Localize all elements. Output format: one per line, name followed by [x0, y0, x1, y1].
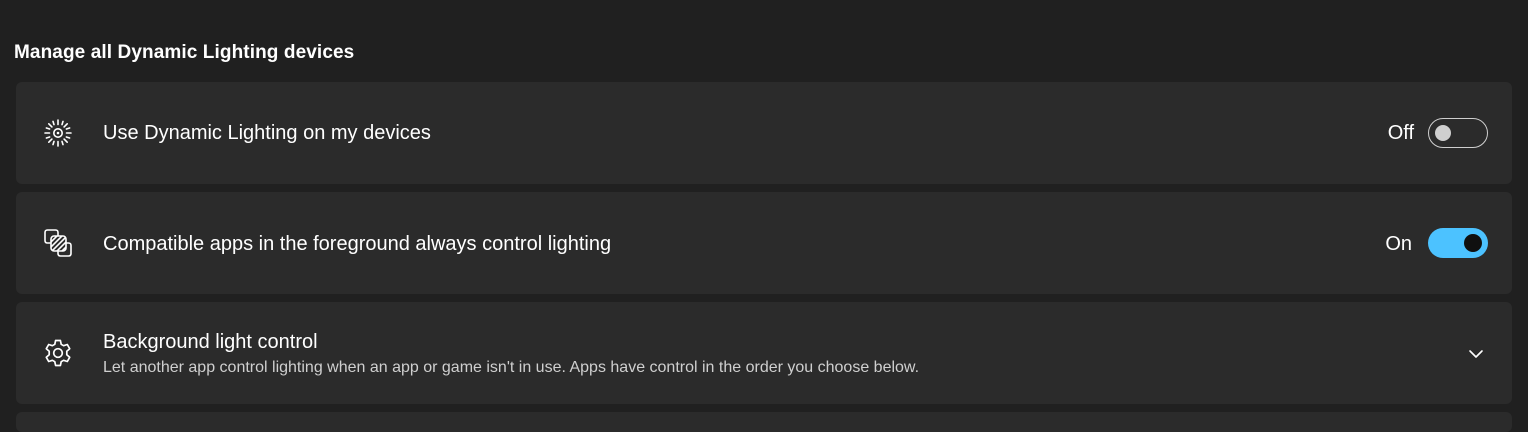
setting-label: Compatible apps in the foreground always…	[103, 233, 612, 255]
setting-card-dynamic-lighting[interactable]: Use Dynamic Lighting on my devices Off	[16, 82, 1512, 184]
dynamic-lighting-icon	[42, 117, 74, 149]
toggle-knob	[1435, 125, 1451, 141]
chevron-down-icon[interactable]	[1464, 342, 1488, 366]
setting-description: Let another app control lighting when an…	[103, 359, 920, 376]
gear-icon	[42, 337, 74, 369]
setting-label: Background light control	[103, 331, 318, 353]
apps-control-icon	[42, 227, 74, 259]
dynamic-lighting-toggle[interactable]	[1428, 118, 1488, 148]
toggle-state-label: On	[1385, 233, 1412, 255]
setting-label: Use Dynamic Lighting on my devices	[103, 122, 431, 144]
setting-card-partial	[16, 412, 1512, 432]
foreground-apps-toggle[interactable]	[1428, 228, 1488, 258]
section-title: Manage all Dynamic Lighting devices	[14, 42, 355, 63]
toggle-state-label: Off	[1387, 122, 1414, 144]
setting-card-background-control[interactable]: Background light control Let another app…	[16, 302, 1512, 404]
setting-card-foreground-apps[interactable]: Compatible apps in the foreground always…	[16, 192, 1512, 294]
toggle-knob	[1464, 234, 1482, 252]
